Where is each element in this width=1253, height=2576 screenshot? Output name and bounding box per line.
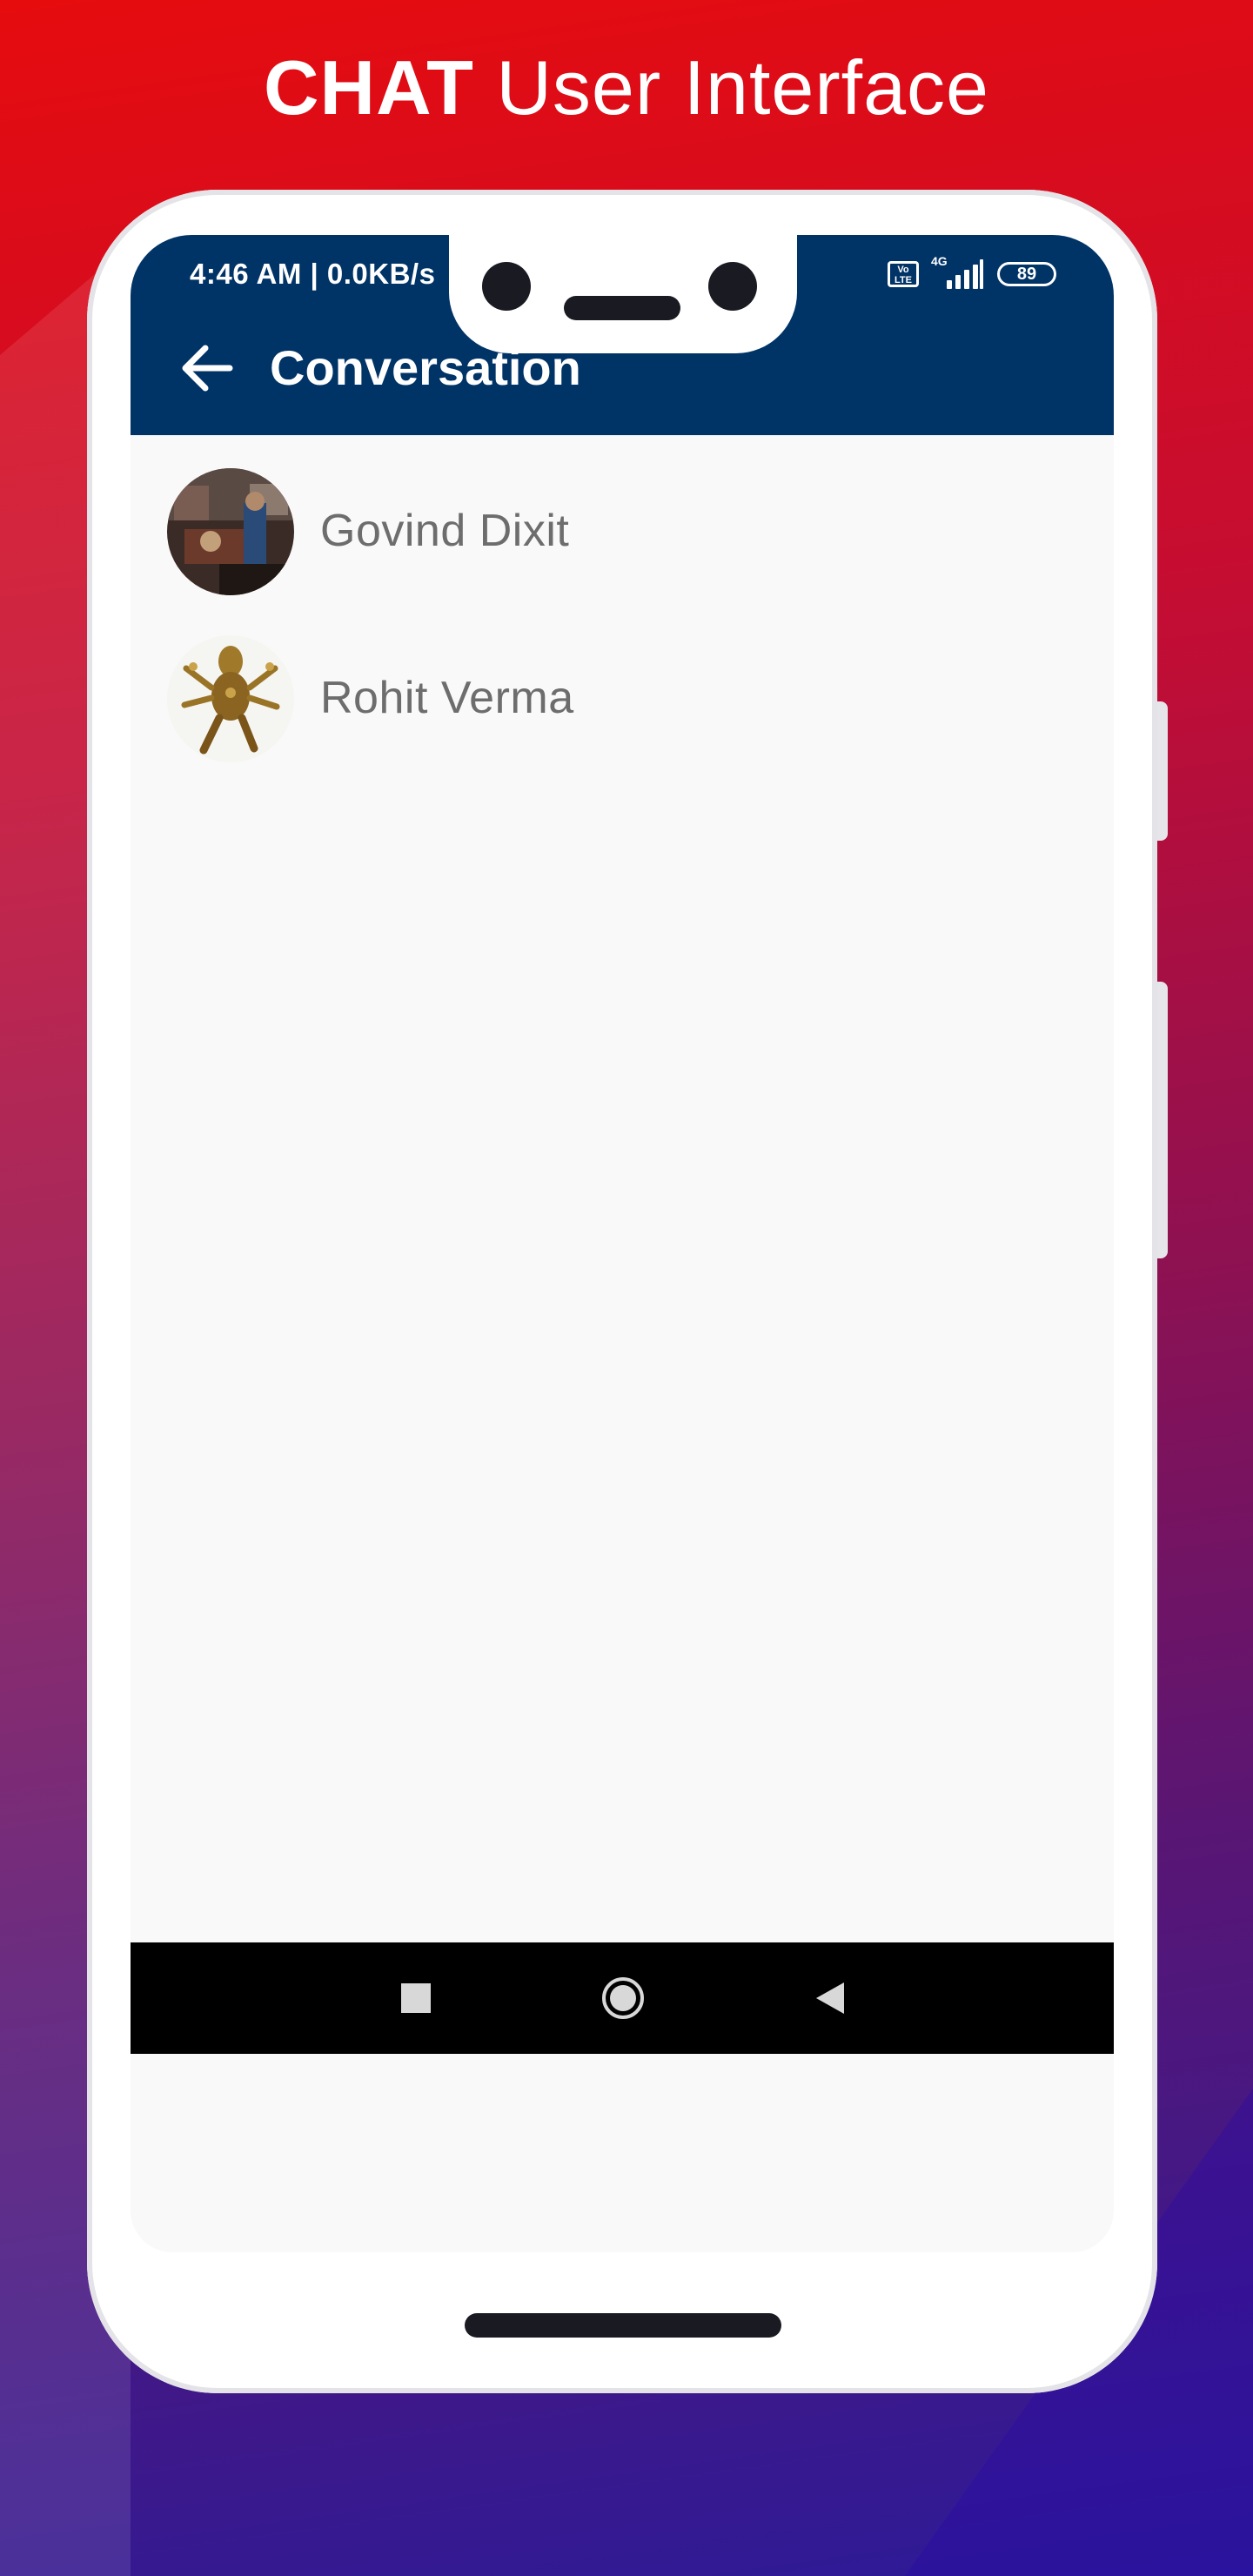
headline-light: User Interface: [496, 44, 989, 131]
recent-apps-button[interactable]: [386, 1969, 446, 2028]
front-camera-icon: [482, 262, 531, 311]
list-item[interactable]: Govind Dixit: [131, 435, 1114, 602]
volte-icon: Vo LTE: [888, 261, 919, 287]
avatar: [167, 635, 294, 762]
system-nav-bar: [131, 1942, 1114, 2054]
arrow-left-icon: [182, 345, 233, 392]
promo-headline: CHAT User Interface: [0, 40, 1253, 136]
avatar: [167, 468, 294, 595]
power-button: [1157, 982, 1168, 1258]
circle-icon: [602, 1977, 644, 2019]
status-time: 4:46 AM | 0.0KB/s: [190, 258, 436, 290]
system-back-button[interactable]: [801, 1969, 860, 2028]
conversation-list: Govind Dixit Rohit Verma: [131, 435, 1114, 769]
triangle-left-icon: [816, 1982, 844, 2014]
conversation-name: Rohit Verma: [320, 673, 574, 723]
list-item[interactable]: Rohit Verma: [131, 602, 1114, 769]
headline-bold: CHAT: [264, 44, 474, 131]
home-button[interactable]: [593, 1969, 653, 2028]
signal-icon: 4G: [931, 254, 985, 289]
camera-notch: [449, 235, 797, 353]
battery-icon: 89: [997, 262, 1056, 286]
earpiece-speaker: [564, 296, 680, 320]
volume-button: [1157, 701, 1168, 841]
phone-screen: 4:46 AM | 0.0KB/s Vo LTE 4G 89 Conversat…: [131, 235, 1114, 2252]
conversation-name: Govind Dixit: [320, 506, 570, 556]
back-button[interactable]: [178, 339, 235, 397]
network-label: 4G: [931, 254, 948, 268]
status-icons: Vo LTE 4G 89: [888, 254, 1056, 289]
square-icon: [401, 1983, 431, 2013]
front-sensor-icon: [708, 262, 757, 311]
home-indicator[interactable]: [465, 2313, 781, 2338]
